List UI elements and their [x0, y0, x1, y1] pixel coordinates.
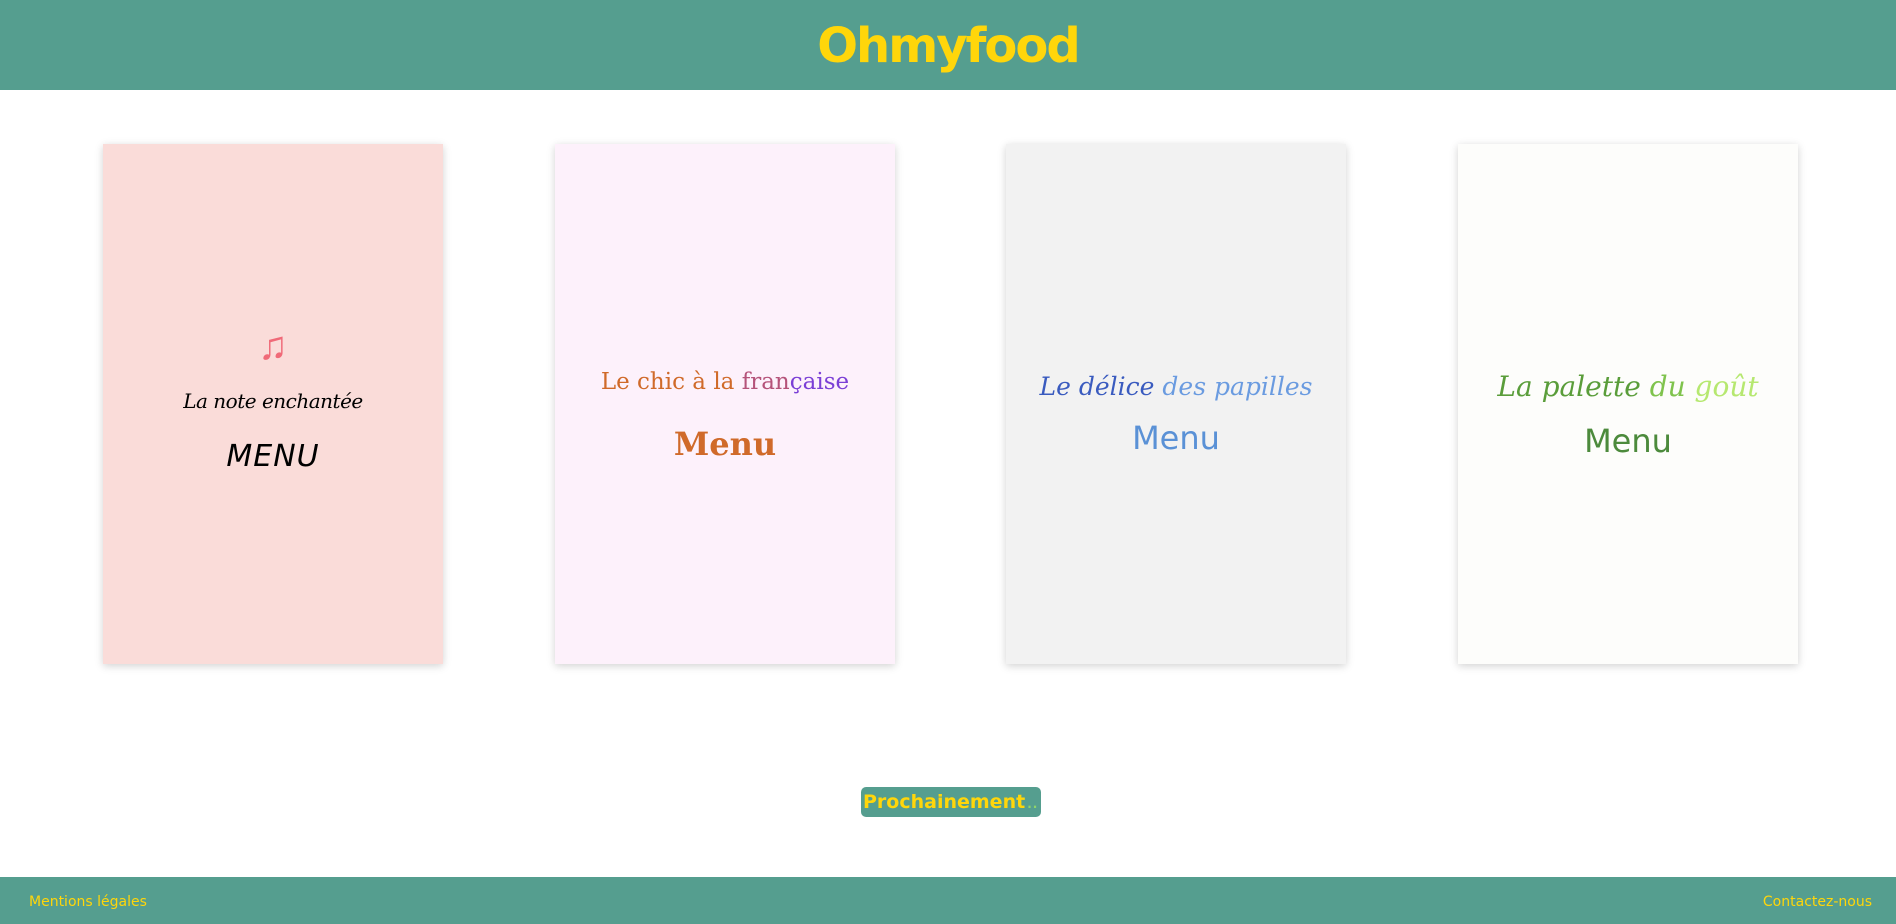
- restaurant-name-part: La palette: [1497, 370, 1650, 403]
- restaurant-name-part: Le chic à la: [600, 369, 742, 395]
- restaurant-name-part: du: [1649, 370, 1695, 403]
- menu-label[interactable]: Menu: [1458, 422, 1798, 460]
- restaurant-name: Le délice des papilles: [1006, 372, 1346, 401]
- restaurant-name: La note enchantée: [183, 389, 363, 413]
- menu-label[interactable]: Menu: [1006, 419, 1346, 457]
- restaurant-card-la-note-enchantee[interactable]: ♫ La note enchantée MENU: [103, 144, 443, 664]
- restaurant-name: Le chic à la française: [555, 369, 895, 395]
- restaurant-card-le-delice-des-papilles[interactable]: Le délice des papilles Menu: [1006, 144, 1346, 664]
- contact-link[interactable]: Contactez-nous: [1763, 894, 1872, 910]
- restaurant-card-le-chic-a-la-francaise[interactable]: Le chic à la française Menu: [555, 144, 895, 664]
- menu-label[interactable]: Menu: [555, 425, 895, 463]
- legal-notice-link[interactable]: Mentions légales: [29, 894, 147, 910]
- restaurant-name-part: çaise: [789, 369, 850, 395]
- restaurant-name-part: fran: [741, 369, 790, 395]
- menu-label[interactable]: MENU: [103, 439, 443, 474]
- restaurant-name-part: goût: [1694, 370, 1759, 403]
- coming-soon-label: Prochainement: [863, 791, 1026, 813]
- restaurant-card-la-palette-du-gout[interactable]: La palette du goût Menu: [1458, 144, 1798, 664]
- loading-dots: ..: [1027, 797, 1039, 811]
- restaurant-name: La palette du goût: [1458, 370, 1798, 403]
- logo[interactable]: Ohmyfood: [817, 22, 1080, 70]
- restaurant-name-part: des papilles: [1162, 372, 1313, 401]
- music-notes-icon: ♫: [258, 324, 288, 368]
- coming-soon-badge: Prochainement..: [861, 787, 1041, 817]
- site-footer: Mentions légales Contactez-nous: [0, 877, 1896, 924]
- site-header: Ohmyfood: [0, 0, 1896, 90]
- restaurant-name-part: Le délice: [1039, 372, 1163, 401]
